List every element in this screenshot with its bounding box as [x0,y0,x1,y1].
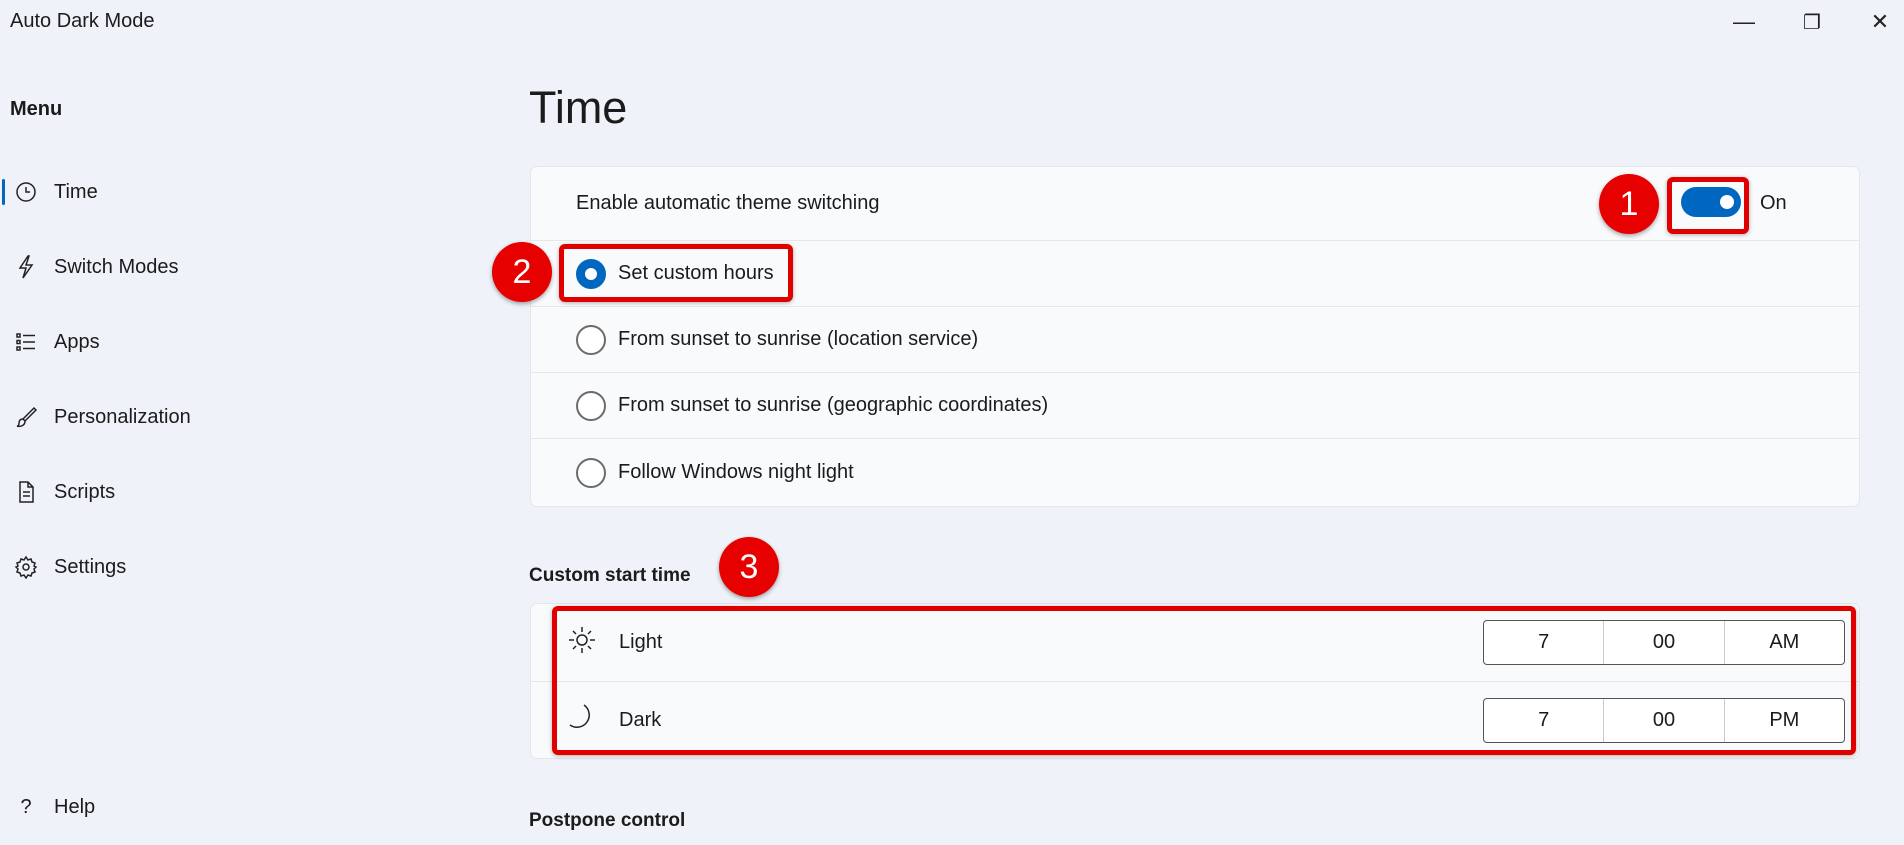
lightning-icon [12,254,40,280]
sidebar-item-settings[interactable]: Settings [0,542,300,592]
sidebar-item-label: Time [54,181,98,204]
help-icon: ? [12,796,40,819]
postpone-heading: Postpone control [529,810,685,832]
close-icon: ✕ [1871,9,1889,35]
sidebar-item-scripts[interactable]: Scripts [0,467,300,517]
restore-icon: ❐ [1803,10,1821,35]
list-icon [12,330,40,354]
sidebar-item-label: Personalization [54,406,191,429]
radio-label: From sunset to sunrise (location service… [618,328,978,351]
minimize-button[interactable]: — [1710,0,1778,44]
minimize-icon: — [1733,9,1755,35]
clock-icon [12,180,40,204]
radio-label: Follow Windows night light [618,461,854,484]
auto-switch-label: Enable automatic theme switching [576,192,880,215]
annotation-highlight-custom-hours [559,244,793,302]
brush-icon [12,405,40,429]
sidebar-item-label: Settings [54,556,126,579]
radio-button[interactable] [576,391,606,421]
restore-button[interactable]: ❐ [1778,0,1846,44]
radio-button[interactable] [576,325,606,355]
page-title: Time [529,82,627,134]
sidebar-item-label: Switch Modes [54,256,179,279]
gear-icon [12,555,40,579]
radio-geographic-coordinates[interactable]: From sunset to sunrise (geographic coord… [531,372,1859,438]
sidebar-item-time[interactable]: Time [0,167,300,217]
menu-heading: Menu [10,98,62,121]
window-title: Auto Dark Mode [10,10,155,33]
annotation-highlight-times [552,606,1856,755]
annotation-badge-1: 1 [1599,174,1659,234]
sidebar-item-help[interactable]: ? Help [0,782,300,832]
auto-switch-row: Enable automatic theme switching On [531,167,1859,240]
radio-night-light[interactable]: Follow Windows night light [531,438,1859,506]
annotation-badge-3: 3 [719,537,779,597]
radio-location-service[interactable]: From sunset to sunrise (location service… [531,306,1859,372]
document-icon [12,480,40,504]
close-button[interactable]: ✕ [1846,0,1904,44]
custom-start-heading: Custom start time [529,565,691,587]
sidebar-item-label: Apps [54,331,100,354]
sidebar-item-apps[interactable]: Apps [0,317,300,367]
sidebar-item-label: Scripts [54,481,115,504]
sidebar-item-switch-modes[interactable]: Switch Modes [0,242,300,292]
sidebar-item-label: Help [54,796,95,819]
toggle-state-label: On [1760,192,1787,215]
theme-switching-card: Enable automatic theme switching On Set … [530,166,1860,507]
radio-button[interactable] [576,458,606,488]
radio-label: From sunset to sunrise (geographic coord… [618,394,1048,417]
annotation-highlight-toggle [1667,177,1749,234]
sidebar-item-personalization[interactable]: Personalization [0,392,300,442]
annotation-badge-2: 2 [492,242,552,302]
